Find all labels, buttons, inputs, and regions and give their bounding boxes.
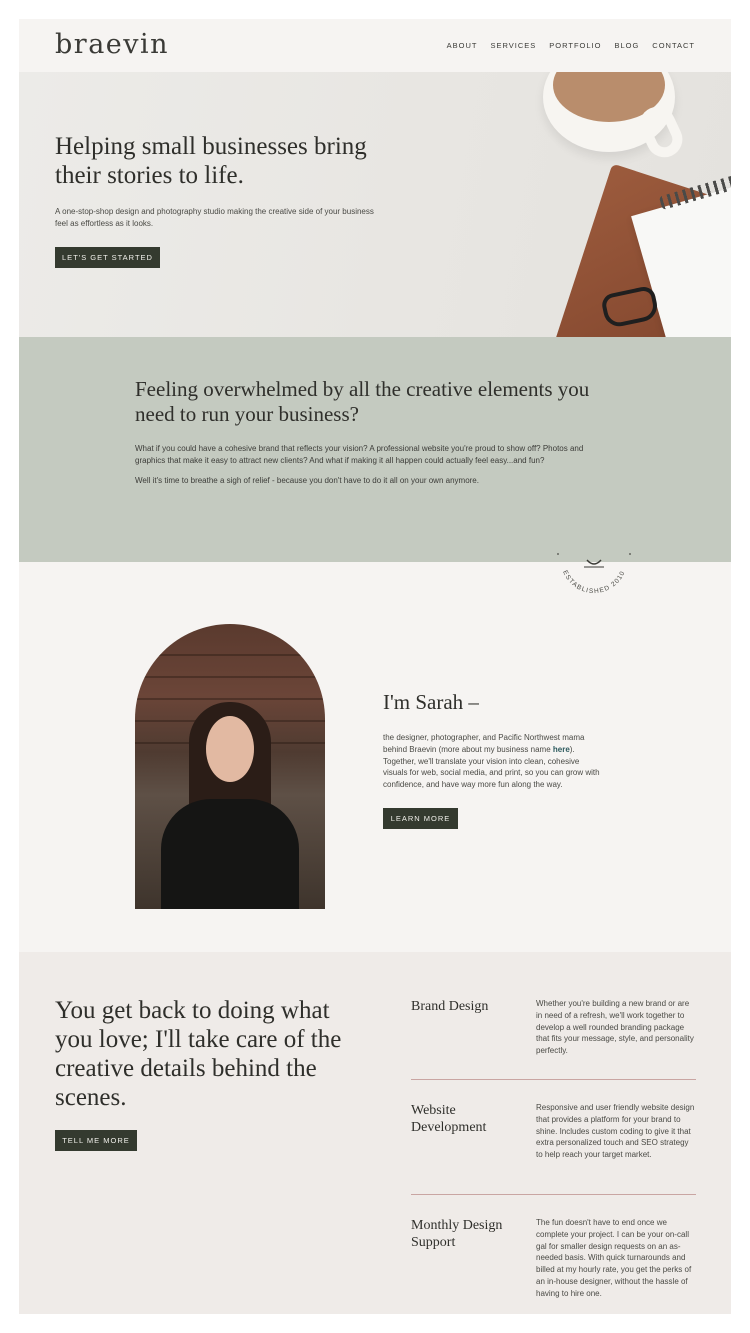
business-name-link[interactable]: here — [553, 745, 570, 754]
hero-section: Helping small businesses bring their sto… — [19, 72, 731, 337]
about-title: I'm Sarah – — [383, 690, 479, 714]
get-started-button[interactable]: LET'S GET STARTED — [55, 247, 160, 268]
nav-blog[interactable]: BLOG — [614, 41, 639, 50]
nav-contact[interactable]: CONTACT — [652, 41, 695, 50]
main-nav: ABOUT SERVICES PORTFOLIO BLOG CONTACT — [447, 41, 695, 50]
service-divider — [411, 1194, 696, 1195]
page: braevin ABOUT SERVICES PORTFOLIO BLOG CO… — [19, 19, 731, 1314]
tell-me-more-button[interactable]: TELL ME MORE — [55, 1130, 137, 1151]
badge-text: ESTABLISHED 2010 — [561, 569, 625, 595]
overwhelmed-section: Feeling overwhelmed by all the creative … — [19, 337, 731, 562]
overwhelmed-paragraph-1: What if you could have a cohesive brand … — [135, 444, 584, 465]
nav-services[interactable]: SERVICES — [490, 41, 536, 50]
logo[interactable]: braevin — [55, 29, 169, 60]
svg-text:ESTABLISHED 2010: ESTABLISHED 2010 — [561, 569, 627, 595]
about-section: ESTABLISHED 2010 I'm Sarah – the designe… — [19, 553, 731, 952]
service-description: Responsive and user friendly website des… — [536, 1103, 695, 1160]
site-header: braevin ABOUT SERVICES PORTFOLIO BLOG CO… — [19, 19, 731, 72]
nav-portfolio[interactable]: PORTFOLIO — [549, 41, 601, 50]
nav-about[interactable]: ABOUT — [447, 41, 478, 50]
service-description: The fun doesn't have to end once we comp… — [536, 1218, 692, 1298]
learn-more-button[interactable]: LEARN MORE — [383, 808, 458, 829]
overwhelmed-paragraph-2: Well it's time to breathe a sigh of reli… — [135, 476, 479, 485]
services-title: You get back to doing what you love; I'l… — [55, 997, 342, 1111]
service-name: Brand Design — [411, 999, 489, 1014]
service-name: Monthly Design Support — [411, 1218, 503, 1250]
service-divider — [411, 1079, 696, 1080]
overwhelmed-title: Feeling overwhelmed by all the creative … — [135, 377, 590, 426]
hero-title: Helping small businesses bring their sto… — [55, 133, 367, 189]
sarah-portrait-photo — [135, 624, 325, 909]
established-badge-icon: ESTABLISHED 2010 — [557, 553, 631, 595]
services-section: You get back to doing what you love; I'l… — [19, 952, 731, 1314]
hero-text: A one-stop-shop design and photography s… — [55, 207, 374, 228]
about-text: the designer, photographer, and Pacific … — [383, 732, 605, 791]
service-name: Website Development — [411, 1103, 487, 1135]
service-description: Whether you're building a new brand or a… — [536, 999, 694, 1056]
